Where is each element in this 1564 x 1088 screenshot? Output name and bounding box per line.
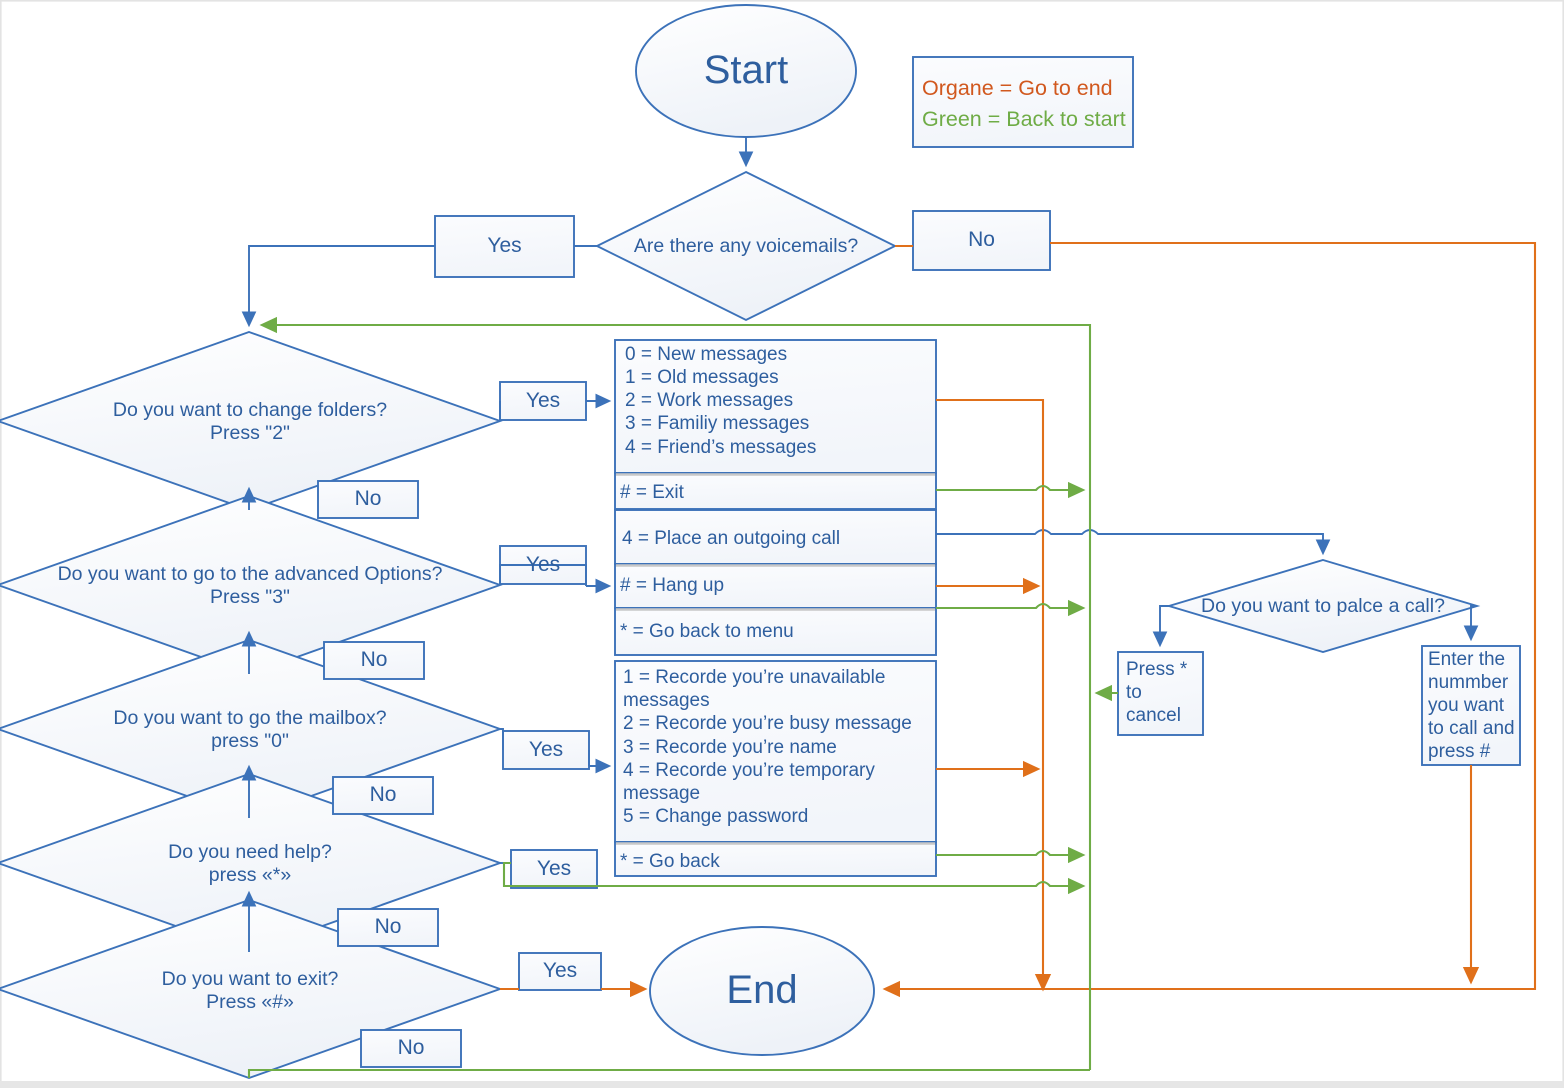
green-mailbox-goback [936,846,1086,864]
label-box-change-folders-no [317,480,419,519]
connector-placecall-to-enternumber [1463,605,1479,642]
menu-advanced-footer-1: * = Go back to menu [620,621,794,642]
process-press-star-cancel-line-2: cancel [1126,705,1181,726]
menu-folders-item-1: 1 = Old messages [625,367,779,388]
label-box-advanced-no [323,641,425,680]
connector-outgoing-call-to-placecall [936,529,1331,556]
green-folders-exit [936,481,1086,499]
green-advanced-goback [936,599,1086,617]
menu-folders-item-2: 2 = Work messages [625,390,794,411]
process-enter-number-line-0: Enter the [1428,649,1506,670]
process-enter-number-line-3: to call and [1428,718,1515,739]
label-box-voicemails-no [912,210,1051,271]
green-exit-no-return [247,1068,1090,1078]
menu-folders-item-3: 3 = Familiy messages [625,413,810,434]
connector-voicemails-yes-down [241,245,435,328]
label-box-mailbox-yes [502,730,590,770]
menu-advanced-footer-0: # = Hang up [620,575,725,596]
start-terminal [635,4,857,138]
label-box-mailbox-no [332,776,434,815]
menu-folders-item-4: 4 = Friend’s messages [625,437,817,458]
menu-folders-footer-0: # = Exit [620,482,684,503]
connector-placecall-to-cancel [1152,605,1169,648]
end-terminal [649,926,875,1056]
label-box-exit-no [360,1029,462,1068]
decision-place-call [1165,559,1481,653]
label-box-voicemails-yes [434,215,575,278]
process-enter-number-line-2: you want [1428,695,1505,716]
label-box-exit-yes [518,952,602,991]
flowchart-canvas: .sh{fill:url(#shapeFill);stroke:#3C72B9;… [0,0,1564,1088]
menu-folders-item-0: 0 = New messages [625,344,788,365]
menu-advanced-item-0: 4 = Place an outgoing call [622,528,841,549]
menu-mailbox-item-5: message [623,783,701,804]
menu-mailbox-item-1: messages [623,690,710,711]
orange-folders-menu-to-end [936,398,1052,992]
legend-content: Organe = Go to end Green = Back to start [922,73,1128,135]
process-enter-number-line-4: press # [1428,741,1491,762]
process-press-star-cancel-line-1: to [1126,682,1142,703]
label-box-help-no [337,908,439,947]
process-press-star-cancel-line-0: Press * [1126,659,1188,680]
decision-change-folders [0,330,503,512]
menu-mailbox-item-3: 3 = Recorde you’re name [623,737,837,758]
menu-mailbox-footer-0: * = Go back [620,851,720,872]
decision-voicemails [594,170,898,322]
menu-mailbox-item-6: 5 = Change password [623,806,809,827]
label-box-change-folders-yes [499,381,587,421]
menu-mailbox-item-0: 1 = Recorde you’re unavailable [623,667,886,688]
menu-mailbox-item-2: 2 = Recorde you’re busy message [623,713,912,734]
legend-orange-line: Organe = Go to end [922,76,1113,100]
process-enter-number-line-1: nummber [1428,672,1509,693]
menu-mailbox-item-4: 4 = Recorde you’re temporary [623,760,875,781]
legend-green-line: Green = Back to start [922,107,1126,132]
label-box-help-yes [510,849,598,889]
